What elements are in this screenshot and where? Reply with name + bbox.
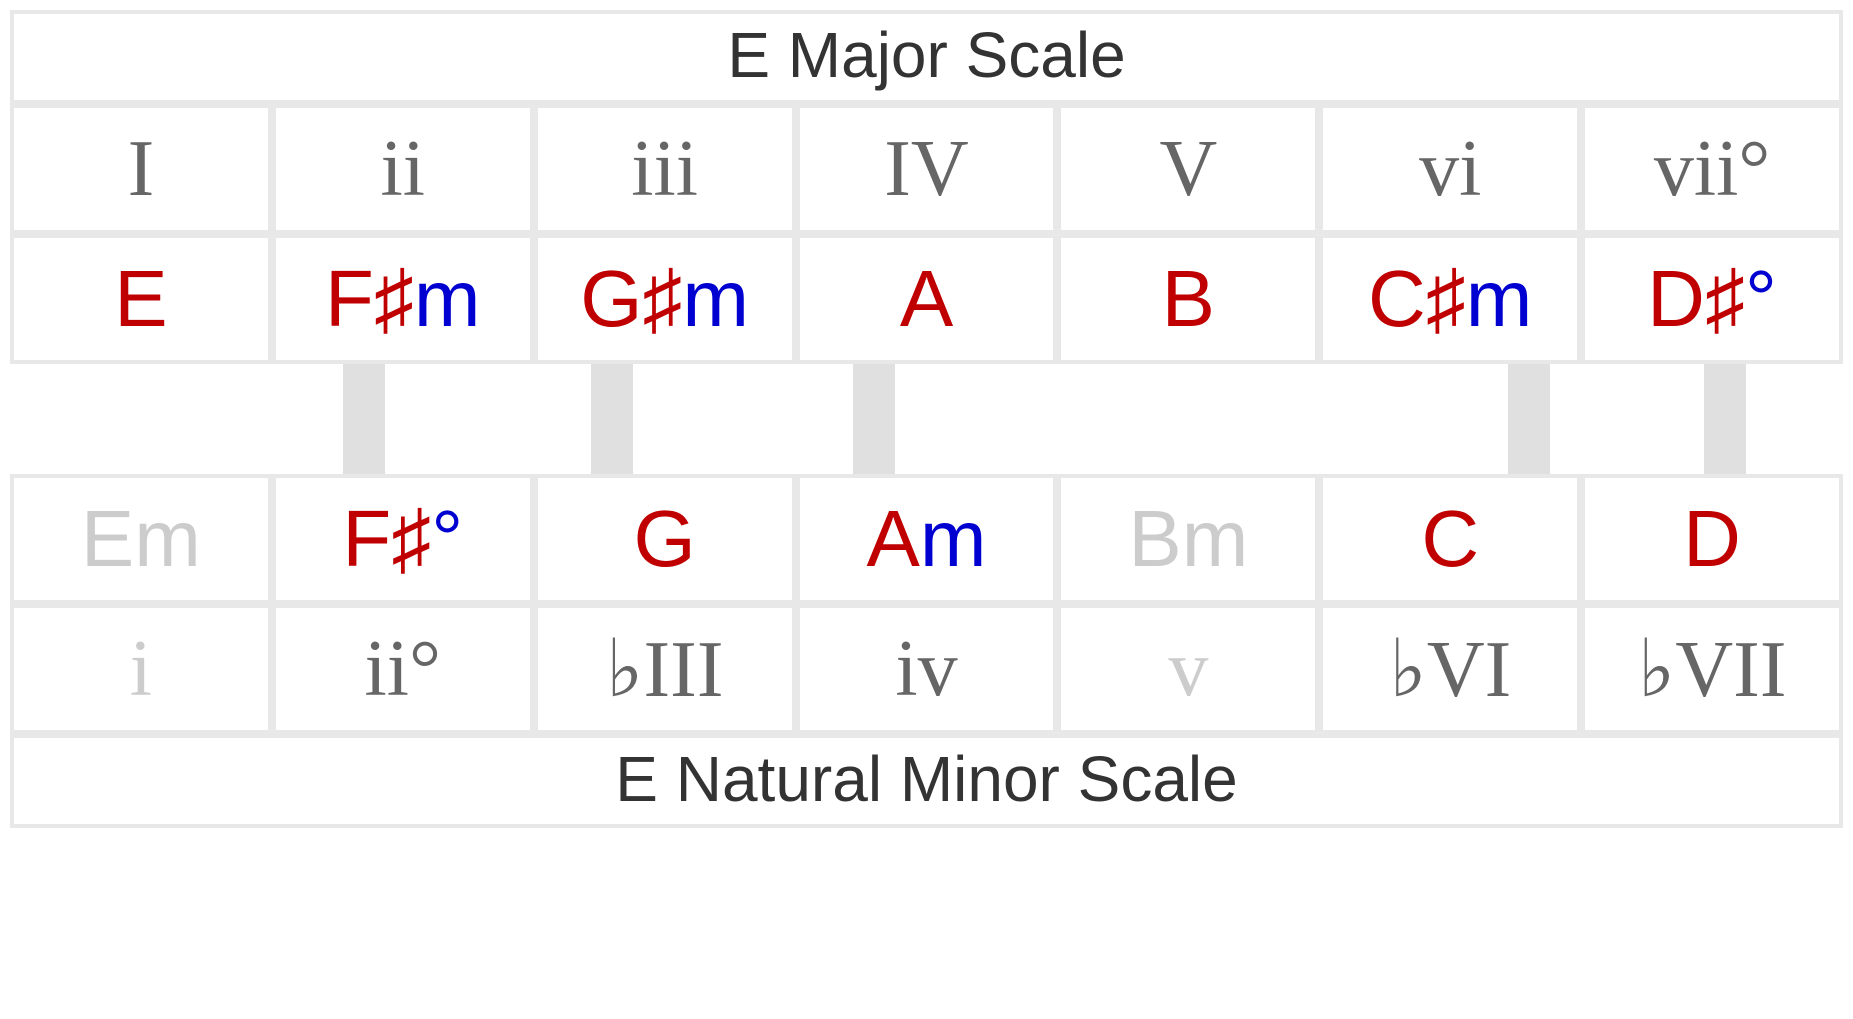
major-scale-title: E Major Scale [10,10,1843,104]
chord-cell: B [1057,234,1319,364]
chord-cell: C [1319,474,1581,604]
chord-cell: F♯m [272,234,534,364]
roman-cell: ii° [272,604,534,734]
roman-cell: i [10,604,272,734]
major-roman-row: I ii iii IV V vi vii° [10,104,1843,234]
chord-cell: C♯m [1319,234,1581,364]
roman-cell: V [1057,104,1319,234]
connector-bar [1704,364,1746,474]
roman-cell: iv [796,604,1058,734]
roman-cell: IV [796,104,1058,234]
minor-chord-row: Em F♯° G Am Bm C D [10,474,1843,604]
roman-cell: vii° [1581,104,1843,234]
chord-cell: D [1581,474,1843,604]
chord-cell: D♯° [1581,234,1843,364]
chord-cell: Am [796,474,1058,604]
minor-roman-row: i ii° ♭III iv v ♭VI ♭VII [10,604,1843,734]
connector-gap [10,364,1843,474]
connector-bar [1508,364,1550,474]
roman-cell: v [1057,604,1319,734]
connector-bar [591,364,633,474]
roman-cell: I [10,104,272,234]
connector-bar [853,364,895,474]
chord-cell: Bm [1057,474,1319,604]
roman-cell: iii [534,104,796,234]
roman-cell: ♭VII [1581,604,1843,734]
major-chord-row: E F♯m G♯m A B C♯m D♯° [10,234,1843,364]
chord-cell: F♯° [272,474,534,604]
roman-cell: ii [272,104,534,234]
scale-comparison-diagram: E Major Scale I ii iii IV V vi vii° E F♯… [10,10,1843,828]
roman-cell: vi [1319,104,1581,234]
chord-cell: Em [10,474,272,604]
chord-cell: E [10,234,272,364]
connector-bar [343,364,385,474]
minor-scale-title: E Natural Minor Scale [10,734,1843,828]
roman-cell: ♭VI [1319,604,1581,734]
chord-cell: G [534,474,796,604]
roman-cell: ♭III [534,604,796,734]
chord-cell: A [796,234,1058,364]
chord-cell: G♯m [534,234,796,364]
